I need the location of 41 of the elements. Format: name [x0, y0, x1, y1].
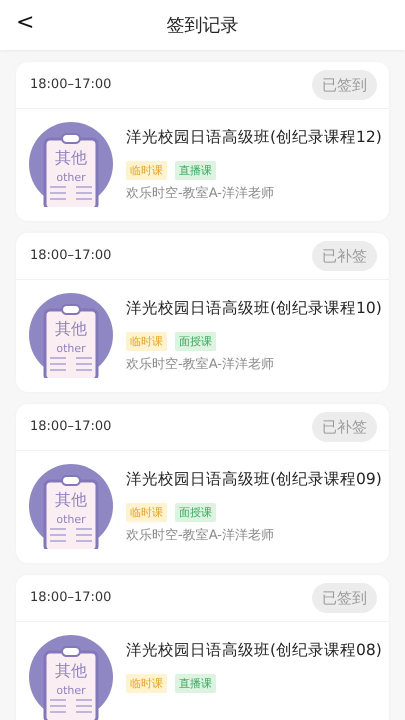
notepad-icon: [28, 463, 114, 549]
icon-sublabel: other: [55, 513, 87, 526]
status-pill: 已补签: [312, 241, 377, 271]
icon-label: 其他: [54, 491, 88, 509]
time-range: 18:00–17:00: [30, 76, 112, 94]
location-text: 欢乐时空-教室A-洋洋老师: [126, 356, 275, 374]
icon-label: 其他: [54, 662, 88, 680]
time-range: 18:00–17:00: [30, 418, 112, 436]
time-range: 18:00–17:00: [30, 247, 112, 266]
time-range: 18:00–17:00: [30, 589, 112, 608]
course-tag: 临时课: [126, 161, 167, 180]
notepad-icon: [28, 292, 114, 378]
record-card[interactable]: 18:00–17:00 已补签 其他 other 洋光校园日语高级班(创纪录课程09) 临时课 面授课 欢乐时空-教室A-洋洋老师: [16, 404, 389, 563]
icon-sublabel: other: [55, 684, 87, 697]
record-card[interactable]: 18:00–17:00 已签到 其他 other 洋光校园日语高级班(创纪录课程08) 临时课 直播课: [16, 575, 389, 720]
page-title: 签到记录: [166, 14, 238, 38]
course-tag: 直播课: [175, 161, 216, 180]
status-pill: 已签到: [312, 583, 377, 613]
status-pill: 已签到: [312, 70, 377, 100]
location-text: 欢乐时空-教室A-洋洋老师: [126, 185, 275, 203]
course-tag: 临时课: [126, 674, 167, 693]
course-title: 洋光校园日语高级班(创纪录课程09): [126, 469, 382, 489]
icon-label: 其他: [54, 320, 88, 338]
course-tag: 临时课: [126, 332, 167, 351]
back-button[interactable]: <: [10, 8, 40, 38]
course-tag: 面授课: [175, 332, 216, 351]
course-title: 洋光校园日语高级班(创纪录课程10): [126, 298, 382, 318]
icon-sublabel: other: [55, 342, 87, 355]
notepad-icon: [28, 634, 114, 720]
course-title: 洋光校园日语高级班(创纪录课程12): [126, 127, 382, 147]
course-tag: 面授课: [175, 503, 216, 522]
record-card[interactable]: 18:00–17:00 已补签 其他 other 洋光校园日语高级班(创纪录课程10) 临时课 面授课 欢乐时空-教室A-洋洋老师: [16, 233, 389, 392]
icon-label: 其他: [54, 149, 88, 167]
icon-sublabel: other: [55, 171, 87, 184]
record-card[interactable]: 18:00–17:00 已签到 其他 other 洋光校园日语高级班(创纪录课程12) 临时课 直播课 欢乐时空-教室A-洋洋老师: [16, 62, 389, 221]
course-tag: 直播课: [175, 674, 216, 693]
status-pill: 已补签: [312, 412, 377, 442]
notepad-icon: [28, 121, 114, 207]
course-title: 洋光校园日语高级班(创纪录课程08): [126, 640, 382, 660]
location-text: 欢乐时空-教室A-洋洋老师: [126, 527, 275, 545]
course-tag: 临时课: [126, 503, 167, 522]
